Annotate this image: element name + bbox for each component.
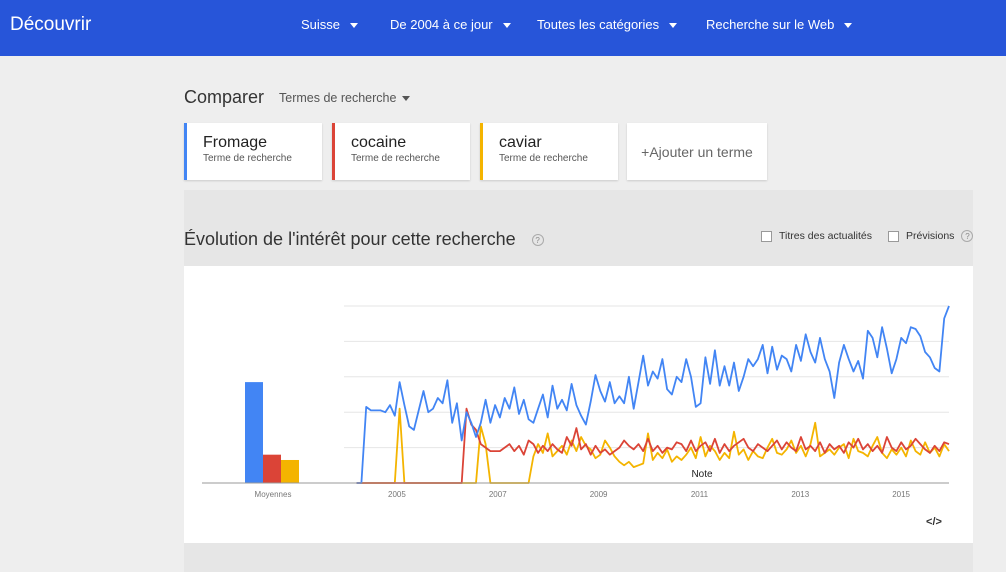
embed-code-icon[interactable]: </>: [926, 516, 942, 528]
region-label: Suisse: [301, 17, 341, 32]
time-range-label: De 2004 à ce jour: [390, 17, 493, 32]
series-line-caviar[interactable]: [356, 407, 950, 484]
term-name: Fromage: [203, 134, 268, 151]
x-tick-label: 2011: [691, 490, 709, 499]
x-tick-label: 2005: [388, 490, 406, 499]
region-dropdown[interactable]: Suisse: [301, 17, 359, 32]
checkbox-icon: [888, 230, 899, 242]
news-headlines-label: Titres des actualités: [779, 230, 872, 242]
x-tick-label: 2009: [590, 490, 608, 499]
term-card-caviar[interactable]: caviar Terme de recherche: [480, 123, 618, 180]
note-annotation[interactable]: Note: [691, 469, 713, 480]
category-dropdown[interactable]: Toutes les catégories: [537, 17, 678, 32]
chevron-down-icon: [502, 23, 511, 29]
x-tick-label: 2015: [892, 490, 910, 499]
interest-title: Évolution de l'intérêt pour cette recher…: [184, 229, 544, 250]
time-range-dropdown[interactable]: De 2004 à ce jour: [390, 17, 511, 32]
add-term-button[interactable]: +Ajouter un terme: [627, 123, 767, 180]
search-type-dropdown[interactable]: Recherche sur le Web: [706, 17, 853, 32]
help-icon[interactable]: ?: [531, 234, 544, 247]
series-line-cocaine[interactable]: [356, 407, 950, 484]
checkbox-icon: [761, 230, 772, 242]
average-bar-cocaine[interactable]: [263, 454, 281, 483]
category-label: Toutes les catégories: [537, 17, 660, 32]
x-tick-label: 2013: [791, 490, 809, 499]
term-name: caviar: [499, 134, 542, 151]
compare-type-dropdown[interactable]: Termes de recherche: [279, 91, 411, 105]
news-headlines-checkbox[interactable]: Titres des actualités: [761, 230, 872, 242]
chevron-down-icon: [402, 96, 411, 102]
chart-card: 2005 2007 2009 2011 2013 2015 Moyennes Note <…: [184, 266, 973, 543]
term-card-cocaine[interactable]: cocaine Terme de recherche: [332, 123, 470, 180]
averages-label: Moyennes: [255, 490, 292, 499]
x-tick-label: 2007: [489, 490, 507, 499]
compare-type-label: Termes de recherche: [279, 91, 397, 105]
average-bar-caviar[interactable]: [281, 459, 299, 483]
average-bar-fromage[interactable]: [245, 382, 263, 483]
term-type: Terme de recherche: [203, 153, 292, 164]
interest-title-text: Évolution de l'intérêt pour cette recher…: [184, 229, 516, 249]
interest-chart: 2005 2007 2009 2011 2013 2015 Moyennes Note <…: [202, 305, 950, 528]
term-type: Terme de recherche: [351, 153, 440, 164]
compare-title: Comparer: [184, 87, 265, 107]
forecast-checkbox[interactable]: Prévisions?: [888, 230, 974, 243]
term-name: cocaine: [351, 134, 407, 151]
brand-title[interactable]: Découvrir: [10, 14, 91, 36]
forecast-label: Prévisions: [906, 230, 955, 242]
chevron-down-icon: [844, 23, 853, 29]
chevron-down-icon: [350, 23, 359, 29]
term-card-fromage[interactable]: Fromage Terme de recherche: [184, 123, 322, 180]
term-type: Terme de recherche: [499, 153, 588, 164]
chevron-down-icon: [669, 23, 678, 29]
top-bar: Découvrir Suisse De 2004 à ce jour Toute…: [0, 0, 1006, 56]
help-icon[interactable]: ?: [961, 230, 974, 243]
search-type-label: Recherche sur le Web: [706, 17, 835, 32]
